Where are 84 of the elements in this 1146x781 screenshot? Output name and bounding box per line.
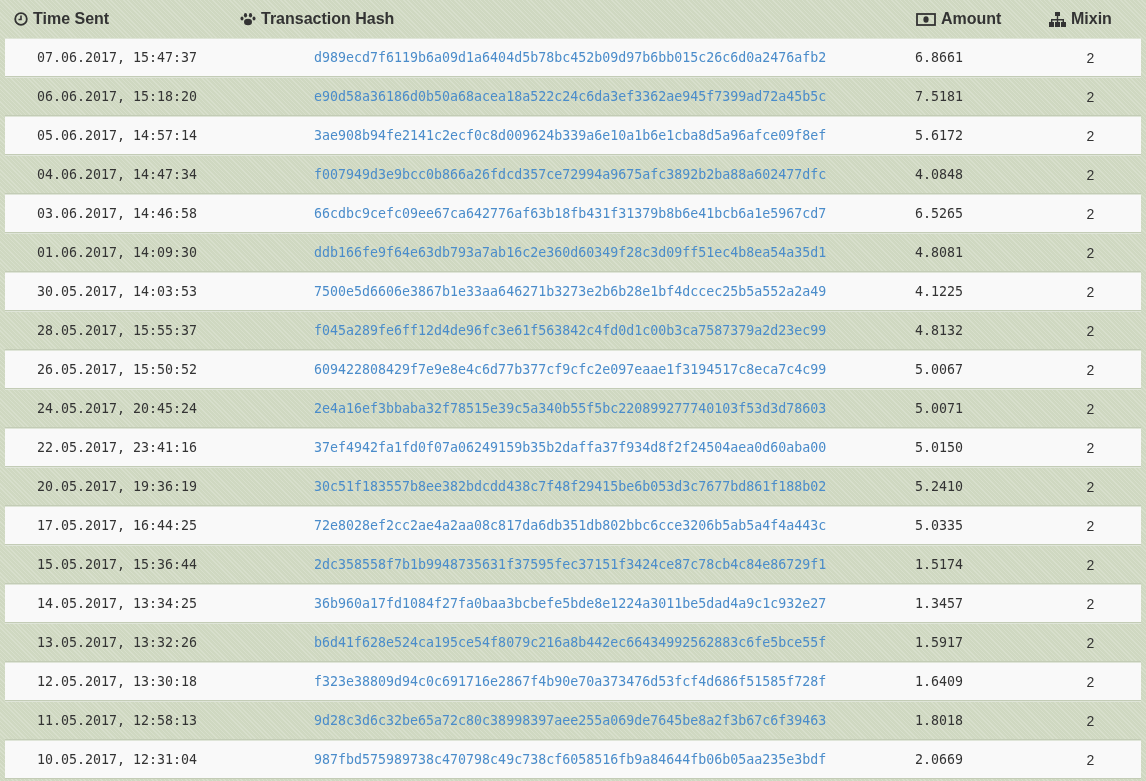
time-cell: 15.05.2017, 15:36:44 [36,557,198,572]
amount-cell-text: 4.8081 [914,245,965,260]
transaction-hash-link[interactable]: 2dc358558f7b1b9948735631f37595fec37151f3424ce87c78cb4c84e86729f1 [229,557,910,572]
time-cell: 17.05.2017, 16:44:25 [36,518,198,533]
mixin-cell: 2 [1086,166,1095,183]
amount-cell-text: 1.5174 [914,557,965,572]
time-cell: 10.05.2017, 12:31:04 [36,752,198,767]
time-cell: 01.06.2017, 14:09:30 [36,245,198,260]
mixin-cell: 2 [1086,673,1095,690]
mixin-cell: 2 [1086,361,1095,378]
transaction-hash-link[interactable]: d989ecd7f6119b6a09d1a6404d5b78bc452b09d97b6bb015c26c6d0a2476afb2 [229,50,910,65]
time-cell: 14.05.2017, 13:34:25 [36,596,198,611]
column-header: Time Sent [33,10,110,28]
mixin-cell: 2 [1086,478,1095,495]
transaction-hash-link[interactable]: 9d28c3d6c32be65a72c80c38998397aee255a069de7645be8a2f3b67c6f39463 [229,713,910,728]
time-cell: 07.06.2017, 15:47:37 [36,50,198,65]
mixin-cell: 2 [1086,751,1095,768]
amount-cell-text: 1.6409 [914,674,965,689]
amount-cell-text: 5.0067 [914,362,965,377]
time-cell: 05.06.2017, 14:57:14 [36,128,198,143]
transaction-hash-link[interactable]: f007949d3e9bcc0b866a26fdcd357ce72994a9675afc3892b2ba88a602477dfc [229,167,910,182]
transaction-hash-link[interactable]: f323e38809d94c0c691716e2867f4b90e70a373476d53fcf4d686f51585f728f [229,674,910,689]
transaction-hash-link[interactable]: 987fbd575989738c470798c49c738cf6058516fb9a84644fb06b05aa235e3bdf [229,752,910,767]
clock-icon [14,12,28,26]
transaction-hash-link[interactable]: 66cdbc9cefc09ee67ca642776af63b18fb431f31379b8b6e41bcb6a1e5967cd7 [229,206,910,221]
transaction-hash-link[interactable]: 2e4a16ef3bbaba32f78515e39c5a340b55f5bc220899277740103f53d3d78603 [229,401,910,416]
transaction-hash-link[interactable]: 609422808429f7e9e8e4c6d77b377cf9cfc2e097eaae1f3194517c8eca7c4c99 [229,362,910,377]
mixin-cell: 2 [1086,283,1095,300]
column-header: Transaction Hash [261,10,395,28]
time-cell: 28.05.2017, 15:55:37 [36,323,198,338]
time-cell: 06.06.2017, 15:18:20 [36,89,198,104]
transaction-hash-link[interactable]: 72e8028ef2cc2ae4a2aa08c817da6db351db802bbc6cce3206b5ab5a4f4a443c [229,518,910,533]
transaction-hash-link[interactable]: 30c51f183557b8ee382bdcdd438c7f48f29415be6b053d3c7677bd861f188b02 [229,479,910,494]
mixin-cell: 2 [1086,88,1095,105]
amount-cell-text: 1.8018 [914,713,965,728]
time-cell: 13.05.2017, 13:32:26 [36,635,198,650]
time-cell: 30.05.2017, 14:03:53 [36,284,198,299]
time-cell: 11.05.2017, 12:58:13 [36,713,198,728]
mixin-cell: 2 [1086,634,1095,651]
transaction-hash-link[interactable]: 7500e5d6606e3867b1e33aa646271b3273e2b6b28e1bf4dccec25b5a552a2a49 [229,284,910,299]
mixin-cell: 2 [1086,595,1095,612]
amount-cell-text: 7.5181 [914,89,965,104]
amount-cell-text: 1.3457 [914,596,965,611]
column-header: Mixin [1071,10,1112,28]
time-cell: 12.05.2017, 13:30:18 [36,674,198,689]
mixin-cell: 2 [1086,439,1095,456]
transaction-hash-link[interactable]: 3ae908b94fe2141c2ecf0c8d009624b339a6e10a1b6e1cba8d5a96afce09f8ef [229,128,910,143]
time-cell: 20.05.2017, 19:36:19 [36,479,198,494]
amount-cell-text: 2.0669 [914,752,965,767]
transaction-hash-link[interactable]: 37ef4942fa1fd0f07a06249159b35b2daffa37f934d8f2f24504aea0d60aba00 [229,440,910,455]
banknote-icon [916,12,936,26]
time-cell: 04.06.2017, 14:47:34 [36,167,198,182]
amount-cell-text: 5.6172 [914,128,965,143]
mixin-cell: 2 [1086,712,1095,729]
transaction-hash-link[interactable]: f045a289fe6ff12d4de96fc3e61f563842c4fd0d1c00b3ca7587379a2d23ec99 [229,323,910,338]
amount-cell-text: 6.5265 [914,206,965,221]
mixin-cell: 2 [1086,127,1095,144]
mixin-cell: 2 [1086,205,1095,222]
transaction-hash-link[interactable]: ddb166fe9f64e63db793a7ab16c2e360d60349f28c3d09ff51ec4b8ea54a35d1 [229,245,910,260]
amount-cell-text: 4.8132 [914,323,965,338]
mixin-cell: 2 [1086,49,1095,66]
amount-cell-text: 6.8661 [914,50,965,65]
hierarchy-icon [1049,11,1066,27]
time-cell: 24.05.2017, 20:45:24 [36,401,198,416]
amount-cell-text: 1.5917 [914,635,965,650]
amount-cell-text: 5.0335 [914,518,965,533]
amount-cell-text: 5.0071 [914,401,965,416]
amount-cell-text: 4.0848 [914,167,965,182]
mixin-cell: 2 [1086,322,1095,339]
transaction-hash-link[interactable]: b6d41f628e524ca195ce54f8079c216a8b442ec66434992562883c6fe5bce55f [229,635,910,650]
transaction-hash-link[interactable]: e90d58a36186d0b50a68acea18a522c24c6da3ef3362ae945f7399ad72a45b5c [229,89,910,104]
amount-cell-text: 5.0150 [914,440,965,455]
mixin-cell: 2 [1086,517,1095,534]
mixin-cell: 2 [1086,556,1095,573]
column-header: Amount [941,10,1002,28]
transaction-hash-link[interactable]: 36b960a17fd1084f27fa0baa3bcbefe5bde8e1224a3011be5dad4a9c1c932e27 [229,596,910,611]
mixin-cell: 2 [1086,400,1095,417]
amount-cell-text: 5.2410 [914,479,965,494]
time-cell: 03.06.2017, 14:46:58 [36,206,198,221]
mixin-cell: 2 [1086,244,1095,261]
time-cell: 22.05.2017, 23:41:16 [36,440,198,455]
amount-cell-text: 4.1225 [914,284,965,299]
paw-icon [240,12,256,26]
time-cell: 26.05.2017, 15:50:52 [36,362,198,377]
